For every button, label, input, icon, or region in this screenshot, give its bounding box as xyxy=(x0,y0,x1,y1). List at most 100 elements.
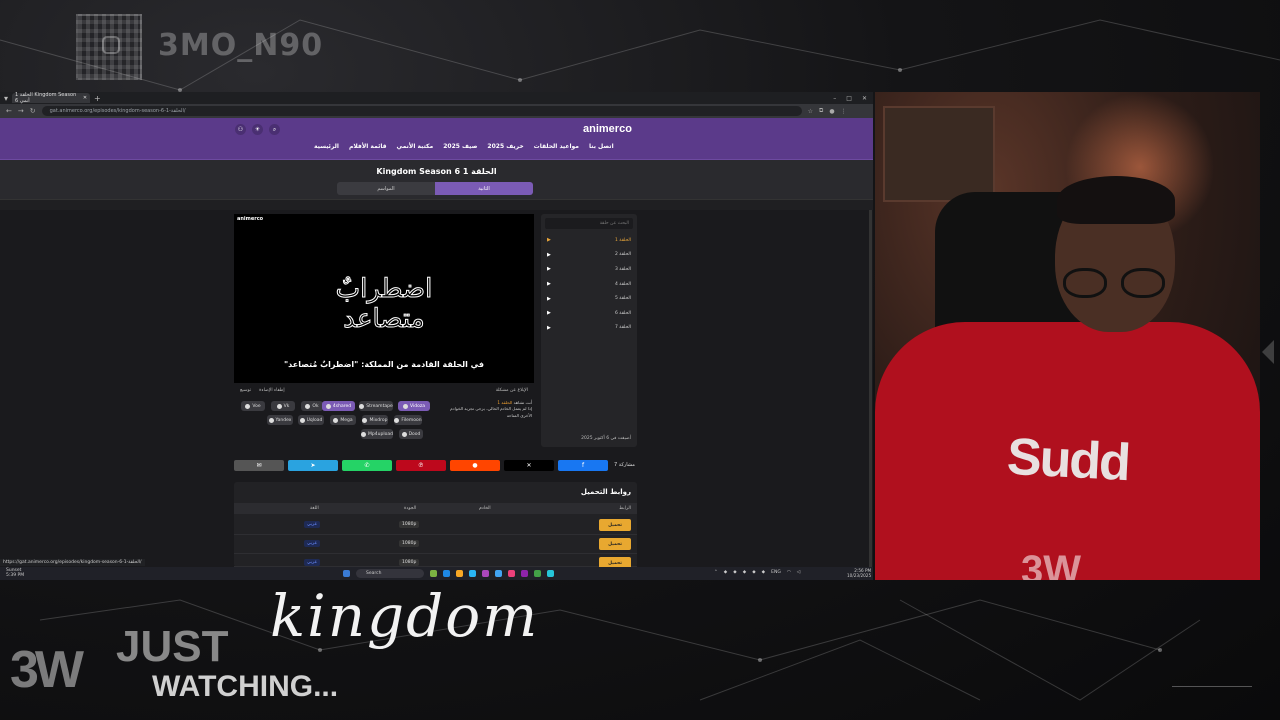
language-indicator[interactable]: ENG xyxy=(771,570,781,575)
app-icon[interactable] xyxy=(430,570,437,577)
table-row: تحميل 1080p عربي xyxy=(234,554,637,569)
list-item[interactable]: ▶ الحلقة 3 xyxy=(541,262,637,277)
new-tab-button[interactable]: + xyxy=(94,94,101,103)
tray-icon[interactable]: ◆ xyxy=(762,570,765,575)
app-icon[interactable] xyxy=(495,570,502,577)
tab-menu-icon[interactable]: ▾ xyxy=(4,94,8,103)
tab-bar: ▾ الحلقة 1 Kingdom Season 6 أنمي ✕ + – □… xyxy=(0,92,873,104)
bookmark-star-icon[interactable]: ☆ xyxy=(808,108,813,115)
share-reddit-button[interactable]: ● xyxy=(450,460,500,471)
episode-search-input[interactable]: البحث عن حلقة xyxy=(545,218,633,229)
reload-icon[interactable]: ↻ xyxy=(30,107,36,115)
maximize-icon[interactable]: □ xyxy=(846,95,852,102)
tray-icon[interactable]: ◆ xyxy=(752,570,755,575)
server-button[interactable]: Uqload xyxy=(298,415,324,425)
close-window-icon[interactable]: ✕ xyxy=(862,95,867,102)
tab-second[interactable]: الثانية xyxy=(435,182,533,195)
channel-logo: 3W xyxy=(10,641,84,699)
taskbar-search[interactable]: Search xyxy=(356,569,424,578)
page-scrollbar[interactable] xyxy=(869,210,872,567)
menu-icon[interactable]: ⋮ xyxy=(841,108,847,115)
app-icon[interactable] xyxy=(521,570,528,577)
app-icon[interactable] xyxy=(443,570,450,577)
user-icon[interactable]: ⚇ xyxy=(235,124,246,135)
tray-icon[interactable]: ◆ xyxy=(724,570,727,575)
tray-icon[interactable]: ◆ xyxy=(743,570,746,575)
chevron-up-icon[interactable]: ⌃ xyxy=(714,570,718,575)
server-button-selected[interactable]: Vidoza xyxy=(398,401,430,411)
share-facebook-button[interactable]: f xyxy=(558,460,608,471)
share-email-button[interactable]: ✉ xyxy=(234,460,284,471)
share-telegram-button[interactable]: ➤ xyxy=(288,460,338,471)
server-button-hover[interactable]: 4shared xyxy=(322,401,355,411)
app-icon[interactable] xyxy=(547,570,554,577)
download-button[interactable]: تحميل xyxy=(599,538,631,550)
nav-item-autumn[interactable]: خريف 2025 xyxy=(487,143,523,150)
extensions-icon[interactable]: ⧉ xyxy=(819,107,823,115)
play-icon: ▶ xyxy=(547,324,551,331)
list-item[interactable]: ▶ الحلقة 6 xyxy=(541,306,637,321)
minimize-icon[interactable]: – xyxy=(833,95,836,102)
share-x-button[interactable]: ✕ xyxy=(504,460,554,471)
list-item[interactable]: ▶ الحلقة 7 xyxy=(541,321,637,336)
nav-item-movies[interactable]: قائمة الأفلام xyxy=(349,143,387,150)
server-button[interactable]: Mp4upload xyxy=(361,429,393,439)
nav-item-summer[interactable]: صيف 2025 xyxy=(443,143,477,150)
server-button[interactable]: Filemoon xyxy=(394,415,422,425)
share-whatsapp-button[interactable]: ✆ xyxy=(342,460,392,471)
server-button[interactable]: Streamtape xyxy=(359,401,393,411)
taskbar-clock[interactable]: 2:56 PM 10/23/2025 xyxy=(847,568,871,578)
nav-item-schedule[interactable]: مواعيد الحلقات xyxy=(534,143,579,150)
tab-title: الحلقة 1 Kingdom Season 6 أنمي xyxy=(15,92,77,104)
season-tabs: المواسم الثانية xyxy=(337,182,533,195)
download-button[interactable]: تحميل xyxy=(599,519,631,531)
list-item[interactable]: ▶ الحلقة 4 xyxy=(541,277,637,292)
close-tab-icon[interactable]: ✕ xyxy=(83,95,87,101)
tray-icon[interactable]: ◆ xyxy=(733,570,736,575)
search-icon[interactable]: ⌕ xyxy=(269,124,280,135)
chrome-icon[interactable] xyxy=(534,570,541,577)
back-icon[interactable]: ← xyxy=(6,107,12,115)
server-button[interactable]: Ok xyxy=(301,401,323,411)
url-input[interactable]: gat.animerco.org/episodes/kingdom-season… xyxy=(41,106,802,116)
folder-icon[interactable] xyxy=(456,570,463,577)
theme-icon[interactable]: ☀ xyxy=(252,124,263,135)
expand-button[interactable]: توسيع xyxy=(240,388,251,393)
server-button[interactable]: Vk xyxy=(271,401,295,411)
start-icon[interactable] xyxy=(343,570,350,577)
list-item[interactable]: ▶ الحلقة 2 xyxy=(541,248,637,263)
server-button[interactable]: Dood xyxy=(399,429,423,439)
system-tray: ⌃ ◆ ◆ ◆ ◆ ◆ ENG ◠ ◁ xyxy=(714,570,800,575)
nav-item-contact[interactable]: اتصل بنا xyxy=(589,143,614,150)
episode-panel: البحث عن حلقة ▶ الحلقة 1 ▶ الحلقة 2 ▶ الحلق… xyxy=(541,214,637,447)
wifi-icon[interactable]: ◠ xyxy=(787,570,791,575)
wall-poster xyxy=(883,106,995,202)
notice-text: أنت تشاهد الحلقة 1 إذا لم يعمل الخادم ال… xyxy=(450,400,532,418)
forward-icon[interactable]: → xyxy=(18,107,24,115)
app-icon[interactable] xyxy=(482,570,489,577)
lights-off-button[interactable]: إطفاء الإضاءة xyxy=(259,388,285,393)
instagram-icon xyxy=(102,36,120,54)
server-button[interactable]: Yandex xyxy=(267,415,293,425)
video-player[interactable]: animerco اضطرابٌ متصاعد في الحلقة القادم… xyxy=(234,214,534,383)
address-bar-row: ← → ↻ gat.animerco.org/episodes/kingdom-… xyxy=(0,104,873,118)
tab-seasons[interactable]: المواسم xyxy=(337,182,435,195)
weather-widget[interactable]: Sunset 5:39 PM xyxy=(6,568,24,579)
share-pinterest-button[interactable]: ℗ xyxy=(396,460,446,471)
app-icon[interactable] xyxy=(508,570,515,577)
app-icon[interactable] xyxy=(469,570,476,577)
nav-item-home[interactable]: الرئيسية xyxy=(314,143,339,150)
nav-item-library[interactable]: مكتبة الأنمي xyxy=(397,143,434,150)
report-button[interactable]: الإبلاغ عن مشكلة xyxy=(496,388,528,393)
browser-tab[interactable]: الحلقة 1 Kingdom Season 6 أنمي ✕ xyxy=(12,92,91,104)
downloads-table-header: الرابط الخادم الجودة اللغة xyxy=(234,503,637,514)
server-button[interactable]: Mixdrop xyxy=(362,415,388,425)
volume-icon[interactable]: ◁ xyxy=(797,570,800,575)
profile-icon[interactable]: ● xyxy=(829,108,834,115)
episode-date: أضيفت في 6 أكتوبر 2025 xyxy=(581,436,631,441)
list-item[interactable]: ▶ الحلقة 1 xyxy=(541,233,637,248)
list-item[interactable]: ▶ الحلقة 5 xyxy=(541,291,637,306)
server-button[interactable]: Mega xyxy=(330,415,356,425)
site-logo[interactable]: animerco xyxy=(583,123,632,135)
server-button[interactable]: Voe xyxy=(241,401,265,411)
